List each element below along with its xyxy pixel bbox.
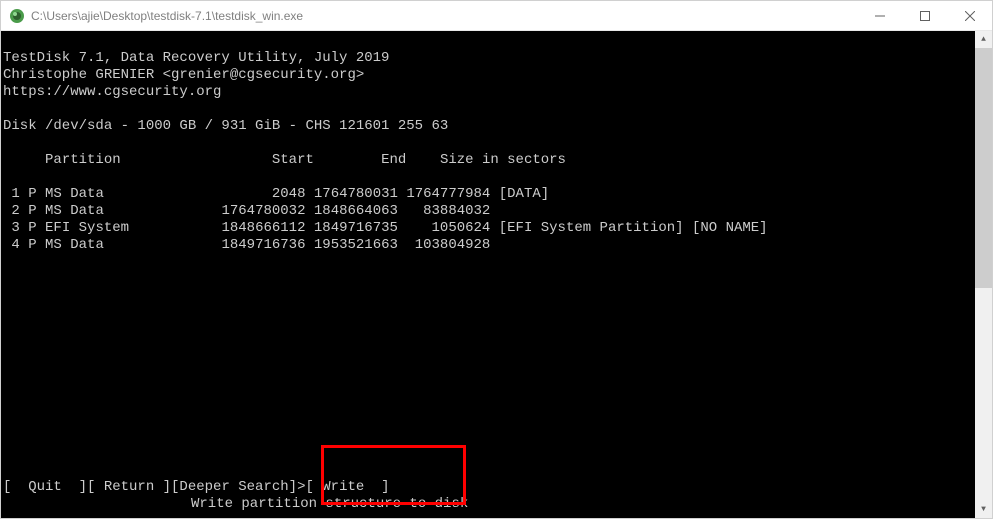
menu-write[interactable]: >[ Write ] bbox=[297, 479, 389, 496]
vertical-scrollbar[interactable]: ▲ ▼ bbox=[975, 31, 992, 518]
col-partition: Partition bbox=[45, 152, 121, 168]
col-start: Start bbox=[272, 152, 314, 168]
partition-row: 2 P MS Data 1764780032 1848664063 838840… bbox=[3, 203, 499, 219]
header-line-3: https://www.cgsecurity.org bbox=[3, 84, 221, 100]
window-title: C:\Users\ajie\Desktop\testdisk-7.1\testd… bbox=[31, 9, 857, 23]
partition-row: 3 P EFI System 1848666112 1849716735 105… bbox=[3, 220, 768, 236]
app-icon bbox=[9, 8, 25, 24]
console-area: TestDisk 7.1, Data Recovery Utility, Jul… bbox=[1, 31, 992, 518]
maximize-button[interactable] bbox=[902, 1, 947, 30]
disk-info-line: Disk /dev/sda - 1000 GB / 931 GiB - CHS … bbox=[3, 118, 448, 134]
partition-row: 4 P MS Data 1849716736 1953521663 103804… bbox=[3, 237, 499, 253]
close-button[interactable] bbox=[947, 1, 992, 30]
menu-quit[interactable]: [ Quit ] bbox=[3, 479, 87, 496]
titlebar[interactable]: C:\Users\ajie\Desktop\testdisk-7.1\testd… bbox=[1, 1, 992, 31]
minimize-button[interactable] bbox=[857, 1, 902, 30]
scroll-up-arrow[interactable]: ▲ bbox=[975, 31, 992, 48]
hint-text: Write partition structure to disk bbox=[191, 496, 468, 513]
header-line-2: Christophe GRENIER <grenier@cgsecurity.o… bbox=[3, 67, 364, 83]
menu-return[interactable]: [ Return ] bbox=[87, 479, 171, 496]
menu-deeper-search[interactable]: [Deeper Search] bbox=[171, 479, 297, 496]
console-content[interactable]: TestDisk 7.1, Data Recovery Utility, Jul… bbox=[1, 31, 975, 518]
header-line-1: TestDisk 7.1, Data Recovery Utility, Jul… bbox=[3, 50, 389, 66]
partition-row: 1 P MS Data 2048 1764780031 1764777984 [… bbox=[3, 186, 549, 202]
scroll-down-arrow[interactable]: ▼ bbox=[975, 501, 992, 518]
app-window: C:\Users\ajie\Desktop\testdisk-7.1\testd… bbox=[0, 0, 993, 519]
window-controls bbox=[857, 1, 992, 30]
col-end: End bbox=[381, 152, 406, 168]
menu-row: [ Quit ] [ Return ] [Deeper Search] >[ W… bbox=[3, 479, 389, 496]
scrollbar-thumb[interactable] bbox=[975, 48, 992, 288]
col-size: Size in sectors bbox=[440, 152, 566, 168]
